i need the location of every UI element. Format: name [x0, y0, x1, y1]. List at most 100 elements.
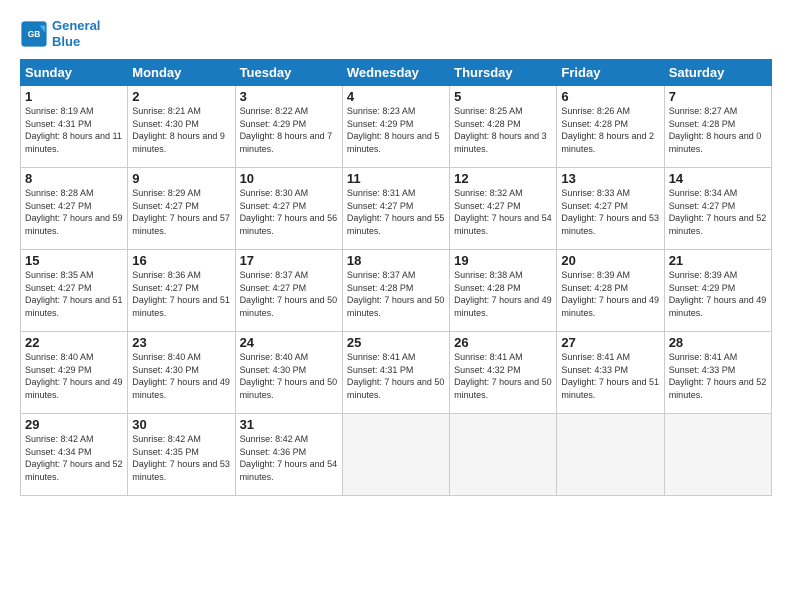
calendar-week-1: 1Sunrise: 8:19 AMSunset: 4:31 PMDaylight… — [21, 86, 772, 168]
day-number: 28 — [669, 335, 767, 350]
logo-text: General Blue — [52, 18, 100, 49]
day-number: 5 — [454, 89, 552, 104]
day-number: 26 — [454, 335, 552, 350]
col-header-thursday: Thursday — [450, 60, 557, 86]
day-number: 13 — [561, 171, 659, 186]
col-header-monday: Monday — [128, 60, 235, 86]
empty-cell — [664, 414, 771, 496]
day-number: 16 — [132, 253, 230, 268]
calendar-week-4: 22Sunrise: 8:40 AMSunset: 4:29 PMDayligh… — [21, 332, 772, 414]
svg-text:GB: GB — [28, 28, 41, 38]
day-info: Sunrise: 8:22 AMSunset: 4:29 PMDaylight:… — [240, 105, 338, 155]
calendar-day-20: 20Sunrise: 8:39 AMSunset: 4:28 PMDayligh… — [557, 250, 664, 332]
calendar-day-27: 27Sunrise: 8:41 AMSunset: 4:33 PMDayligh… — [557, 332, 664, 414]
day-number: 30 — [132, 417, 230, 432]
logo: GB General Blue — [20, 18, 100, 49]
day-info: Sunrise: 8:37 AMSunset: 4:27 PMDaylight:… — [240, 269, 338, 319]
calendar-day-31: 31Sunrise: 8:42 AMSunset: 4:36 PMDayligh… — [235, 414, 342, 496]
calendar-day-7: 7Sunrise: 8:27 AMSunset: 4:28 PMDaylight… — [664, 86, 771, 168]
calendar-day-11: 11Sunrise: 8:31 AMSunset: 4:27 PMDayligh… — [342, 168, 449, 250]
calendar-day-16: 16Sunrise: 8:36 AMSunset: 4:27 PMDayligh… — [128, 250, 235, 332]
calendar-week-2: 8Sunrise: 8:28 AMSunset: 4:27 PMDaylight… — [21, 168, 772, 250]
day-info: Sunrise: 8:37 AMSunset: 4:28 PMDaylight:… — [347, 269, 445, 319]
day-info: Sunrise: 8:41 AMSunset: 4:33 PMDaylight:… — [561, 351, 659, 401]
day-info: Sunrise: 8:30 AMSunset: 4:27 PMDaylight:… — [240, 187, 338, 237]
col-header-sunday: Sunday — [21, 60, 128, 86]
calendar-day-28: 28Sunrise: 8:41 AMSunset: 4:33 PMDayligh… — [664, 332, 771, 414]
calendar-day-21: 21Sunrise: 8:39 AMSunset: 4:29 PMDayligh… — [664, 250, 771, 332]
day-info: Sunrise: 8:40 AMSunset: 4:30 PMDaylight:… — [132, 351, 230, 401]
calendar-day-25: 25Sunrise: 8:41 AMSunset: 4:31 PMDayligh… — [342, 332, 449, 414]
calendar-day-26: 26Sunrise: 8:41 AMSunset: 4:32 PMDayligh… — [450, 332, 557, 414]
day-number: 1 — [25, 89, 123, 104]
day-number: 22 — [25, 335, 123, 350]
day-number: 10 — [240, 171, 338, 186]
day-number: 11 — [347, 171, 445, 186]
calendar-day-23: 23Sunrise: 8:40 AMSunset: 4:30 PMDayligh… — [128, 332, 235, 414]
calendar-day-2: 2Sunrise: 8:21 AMSunset: 4:30 PMDaylight… — [128, 86, 235, 168]
day-number: 2 — [132, 89, 230, 104]
day-info: Sunrise: 8:41 AMSunset: 4:31 PMDaylight:… — [347, 351, 445, 401]
calendar-week-5: 29Sunrise: 8:42 AMSunset: 4:34 PMDayligh… — [21, 414, 772, 496]
page: GB General Blue SundayMondayTuesdayWedne… — [0, 0, 792, 612]
calendar-table: SundayMondayTuesdayWednesdayThursdayFrid… — [20, 59, 772, 496]
calendar-day-29: 29Sunrise: 8:42 AMSunset: 4:34 PMDayligh… — [21, 414, 128, 496]
day-number: 29 — [25, 417, 123, 432]
day-info: Sunrise: 8:40 AMSunset: 4:29 PMDaylight:… — [25, 351, 123, 401]
day-info: Sunrise: 8:40 AMSunset: 4:30 PMDaylight:… — [240, 351, 338, 401]
empty-cell — [342, 414, 449, 496]
calendar-day-17: 17Sunrise: 8:37 AMSunset: 4:27 PMDayligh… — [235, 250, 342, 332]
logo-icon: GB — [20, 20, 48, 48]
col-header-friday: Friday — [557, 60, 664, 86]
day-info: Sunrise: 8:41 AMSunset: 4:33 PMDaylight:… — [669, 351, 767, 401]
day-info: Sunrise: 8:42 AMSunset: 4:35 PMDaylight:… — [132, 433, 230, 483]
day-number: 6 — [561, 89, 659, 104]
day-number: 4 — [347, 89, 445, 104]
calendar-day-18: 18Sunrise: 8:37 AMSunset: 4:28 PMDayligh… — [342, 250, 449, 332]
day-info: Sunrise: 8:31 AMSunset: 4:27 PMDaylight:… — [347, 187, 445, 237]
calendar-day-24: 24Sunrise: 8:40 AMSunset: 4:30 PMDayligh… — [235, 332, 342, 414]
day-info: Sunrise: 8:28 AMSunset: 4:27 PMDaylight:… — [25, 187, 123, 237]
day-number: 21 — [669, 253, 767, 268]
calendar-day-13: 13Sunrise: 8:33 AMSunset: 4:27 PMDayligh… — [557, 168, 664, 250]
day-info: Sunrise: 8:42 AMSunset: 4:36 PMDaylight:… — [240, 433, 338, 483]
calendar-day-9: 9Sunrise: 8:29 AMSunset: 4:27 PMDaylight… — [128, 168, 235, 250]
day-info: Sunrise: 8:41 AMSunset: 4:32 PMDaylight:… — [454, 351, 552, 401]
day-number: 14 — [669, 171, 767, 186]
day-number: 31 — [240, 417, 338, 432]
day-info: Sunrise: 8:19 AMSunset: 4:31 PMDaylight:… — [25, 105, 123, 155]
day-info: Sunrise: 8:39 AMSunset: 4:29 PMDaylight:… — [669, 269, 767, 319]
header: GB General Blue — [20, 18, 772, 49]
calendar-day-14: 14Sunrise: 8:34 AMSunset: 4:27 PMDayligh… — [664, 168, 771, 250]
day-number: 19 — [454, 253, 552, 268]
col-header-tuesday: Tuesday — [235, 60, 342, 86]
day-info: Sunrise: 8:29 AMSunset: 4:27 PMDaylight:… — [132, 187, 230, 237]
day-info: Sunrise: 8:25 AMSunset: 4:28 PMDaylight:… — [454, 105, 552, 155]
calendar-day-30: 30Sunrise: 8:42 AMSunset: 4:35 PMDayligh… — [128, 414, 235, 496]
calendar-day-19: 19Sunrise: 8:38 AMSunset: 4:28 PMDayligh… — [450, 250, 557, 332]
day-number: 3 — [240, 89, 338, 104]
day-number: 12 — [454, 171, 552, 186]
day-info: Sunrise: 8:32 AMSunset: 4:27 PMDaylight:… — [454, 187, 552, 237]
calendar-day-15: 15Sunrise: 8:35 AMSunset: 4:27 PMDayligh… — [21, 250, 128, 332]
day-number: 24 — [240, 335, 338, 350]
day-number: 18 — [347, 253, 445, 268]
day-number: 8 — [25, 171, 123, 186]
day-info: Sunrise: 8:34 AMSunset: 4:27 PMDaylight:… — [669, 187, 767, 237]
calendar-day-10: 10Sunrise: 8:30 AMSunset: 4:27 PMDayligh… — [235, 168, 342, 250]
day-info: Sunrise: 8:23 AMSunset: 4:29 PMDaylight:… — [347, 105, 445, 155]
calendar-day-1: 1Sunrise: 8:19 AMSunset: 4:31 PMDaylight… — [21, 86, 128, 168]
day-info: Sunrise: 8:39 AMSunset: 4:28 PMDaylight:… — [561, 269, 659, 319]
day-number: 20 — [561, 253, 659, 268]
day-info: Sunrise: 8:42 AMSunset: 4:34 PMDaylight:… — [25, 433, 123, 483]
day-info: Sunrise: 8:33 AMSunset: 4:27 PMDaylight:… — [561, 187, 659, 237]
empty-cell — [450, 414, 557, 496]
day-number: 25 — [347, 335, 445, 350]
col-header-saturday: Saturday — [664, 60, 771, 86]
day-info: Sunrise: 8:35 AMSunset: 4:27 PMDaylight:… — [25, 269, 123, 319]
calendar-day-5: 5Sunrise: 8:25 AMSunset: 4:28 PMDaylight… — [450, 86, 557, 168]
empty-cell — [557, 414, 664, 496]
day-number: 15 — [25, 253, 123, 268]
col-header-wednesday: Wednesday — [342, 60, 449, 86]
day-info: Sunrise: 8:36 AMSunset: 4:27 PMDaylight:… — [132, 269, 230, 319]
